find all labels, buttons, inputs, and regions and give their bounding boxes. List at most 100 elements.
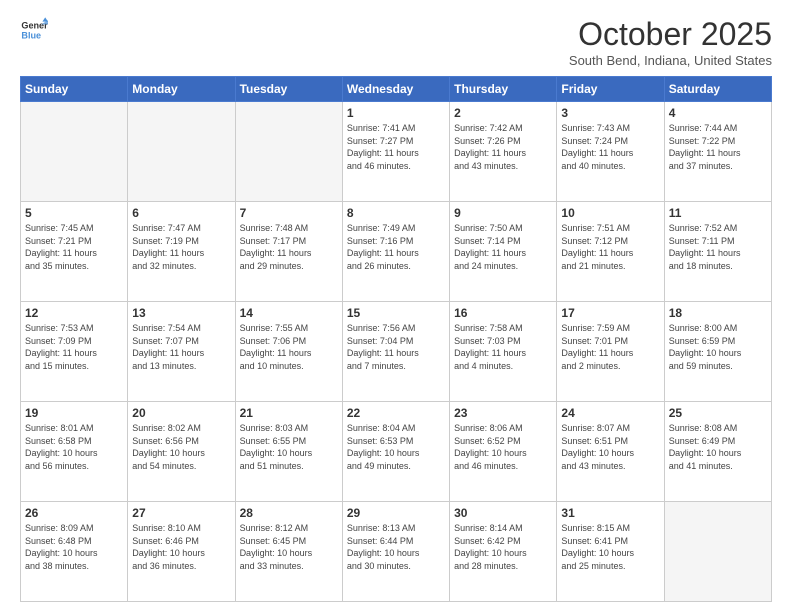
calendar-cell: 14 Sunrise: 7:55 AM Sunset: 7:06 PM Dayli… bbox=[235, 302, 342, 402]
calendar-week-row: 26 Sunrise: 8:09 AM Sunset: 6:48 PM Dayli… bbox=[21, 502, 772, 602]
calendar-cell bbox=[664, 502, 771, 602]
day-info: Sunrise: 7:45 AM Sunset: 7:21 PM Dayligh… bbox=[25, 222, 123, 272]
calendar-cell: 23 Sunrise: 8:06 AM Sunset: 6:52 PM Dayli… bbox=[450, 402, 557, 502]
header: General Blue October 2025 South Bend, In… bbox=[20, 16, 772, 68]
day-info: Sunrise: 7:51 AM Sunset: 7:12 PM Dayligh… bbox=[561, 222, 659, 272]
calendar-cell: 30 Sunrise: 8:14 AM Sunset: 6:42 PM Dayli… bbox=[450, 502, 557, 602]
day-info: Sunrise: 8:08 AM Sunset: 6:49 PM Dayligh… bbox=[669, 422, 767, 472]
logo: General Blue bbox=[20, 16, 48, 44]
day-info: Sunrise: 8:09 AM Sunset: 6:48 PM Dayligh… bbox=[25, 522, 123, 572]
day-number: 6 bbox=[132, 206, 230, 220]
month-title: October 2025 bbox=[569, 16, 772, 53]
day-info: Sunrise: 7:52 AM Sunset: 7:11 PM Dayligh… bbox=[669, 222, 767, 272]
page: General Blue October 2025 South Bend, In… bbox=[0, 0, 792, 612]
day-number: 24 bbox=[561, 406, 659, 420]
day-info: Sunrise: 8:03 AM Sunset: 6:55 PM Dayligh… bbox=[240, 422, 338, 472]
svg-text:General: General bbox=[21, 21, 48, 31]
day-number: 30 bbox=[454, 506, 552, 520]
day-info: Sunrise: 8:07 AM Sunset: 6:51 PM Dayligh… bbox=[561, 422, 659, 472]
day-number: 15 bbox=[347, 306, 445, 320]
day-info: Sunrise: 8:02 AM Sunset: 6:56 PM Dayligh… bbox=[132, 422, 230, 472]
calendar-cell: 22Sunrise: 8:04 AM Sunset: 6:53 PM Dayli… bbox=[342, 402, 449, 502]
calendar-cell: 2Sunrise: 7:42 AM Sunset: 7:26 PM Daylig… bbox=[450, 102, 557, 202]
day-number: 11 bbox=[669, 206, 767, 220]
day-info: Sunrise: 8:04 AM Sunset: 6:53 PM Dayligh… bbox=[347, 422, 445, 472]
calendar-cell: 19 Sunrise: 8:01 AM Sunset: 6:58 PM Dayli… bbox=[21, 402, 128, 502]
day-info: Sunrise: 8:12 AM Sunset: 6:45 PM Dayligh… bbox=[240, 522, 338, 572]
col-tuesday: Tuesday bbox=[235, 77, 342, 102]
day-number: 26 bbox=[25, 506, 123, 520]
day-number: 7 bbox=[240, 206, 338, 220]
calendar-cell: 13Sunrise: 7:54 AM Sunset: 7:07 PM Dayli… bbox=[128, 302, 235, 402]
calendar-table: Sunday Monday Tuesday Wednesday Thursday… bbox=[20, 76, 772, 602]
calendar-cell: 15 Sunrise: 7:56 AM Sunset: 7:04 PM Dayli… bbox=[342, 302, 449, 402]
calendar-cell: 16 Sunrise: 7:58 AM Sunset: 7:03 PM Dayli… bbox=[450, 302, 557, 402]
calendar-cell bbox=[235, 102, 342, 202]
calendar-cell bbox=[128, 102, 235, 202]
day-number: 31 bbox=[561, 506, 659, 520]
day-number: 21 bbox=[240, 406, 338, 420]
calendar-week-row: 19 Sunrise: 8:01 AM Sunset: 6:58 PM Dayli… bbox=[21, 402, 772, 502]
day-info: Sunrise: 8:06 AM Sunset: 6:52 PM Dayligh… bbox=[454, 422, 552, 472]
logo-icon: General Blue bbox=[20, 16, 48, 44]
day-number: 14 bbox=[240, 306, 338, 320]
day-info: Sunrise: 7:55 AM Sunset: 7:06 PM Dayligh… bbox=[240, 322, 338, 372]
location: South Bend, Indiana, United States bbox=[569, 53, 772, 68]
calendar-week-row: 1 Sunrise: 7:41 AM Sunset: 7:27 PM Daylig… bbox=[21, 102, 772, 202]
title-block: October 2025 South Bend, Indiana, United… bbox=[569, 16, 772, 68]
day-info: Sunrise: 8:14 AM Sunset: 6:42 PM Dayligh… bbox=[454, 522, 552, 572]
day-number: 2 bbox=[454, 106, 552, 120]
calendar-cell: 29 Sunrise: 8:13 AM Sunset: 6:44 PM Dayli… bbox=[342, 502, 449, 602]
calendar-cell: 31 Sunrise: 8:15 AM Sunset: 6:41 PM Dayli… bbox=[557, 502, 664, 602]
day-info: Sunrise: 8:01 AM Sunset: 6:58 PM Dayligh… bbox=[25, 422, 123, 472]
day-number: 3 bbox=[561, 106, 659, 120]
day-number: 29 bbox=[347, 506, 445, 520]
day-info: Sunrise: 7:44 AM Sunset: 7:22 PM Dayligh… bbox=[669, 122, 767, 172]
day-number: 5 bbox=[25, 206, 123, 220]
day-info: Sunrise: 8:10 AM Sunset: 6:46 PM Dayligh… bbox=[132, 522, 230, 572]
day-info: Sunrise: 7:49 AM Sunset: 7:16 PM Dayligh… bbox=[347, 222, 445, 272]
day-info: Sunrise: 7:48 AM Sunset: 7:17 PM Dayligh… bbox=[240, 222, 338, 272]
calendar-cell: 25Sunrise: 8:08 AM Sunset: 6:49 PM Dayli… bbox=[664, 402, 771, 502]
col-saturday: Saturday bbox=[664, 77, 771, 102]
calendar-cell: 20 Sunrise: 8:02 AM Sunset: 6:56 PM Dayli… bbox=[128, 402, 235, 502]
day-number: 17 bbox=[561, 306, 659, 320]
day-number: 13 bbox=[132, 306, 230, 320]
day-number: 12 bbox=[25, 306, 123, 320]
day-number: 19 bbox=[25, 406, 123, 420]
day-number: 27 bbox=[132, 506, 230, 520]
calendar-cell bbox=[21, 102, 128, 202]
day-info: Sunrise: 8:13 AM Sunset: 6:44 PM Dayligh… bbox=[347, 522, 445, 572]
day-info: Sunrise: 8:15 AM Sunset: 6:41 PM Dayligh… bbox=[561, 522, 659, 572]
calendar-week-row: 12 Sunrise: 7:53 AM Sunset: 7:09 PM Dayli… bbox=[21, 302, 772, 402]
day-info: Sunrise: 7:56 AM Sunset: 7:04 PM Dayligh… bbox=[347, 322, 445, 372]
day-info: Sunrise: 7:53 AM Sunset: 7:09 PM Dayligh… bbox=[25, 322, 123, 372]
day-number: 23 bbox=[454, 406, 552, 420]
day-info: Sunrise: 7:59 AM Sunset: 7:01 PM Dayligh… bbox=[561, 322, 659, 372]
day-info: Sunrise: 7:58 AM Sunset: 7:03 PM Dayligh… bbox=[454, 322, 552, 372]
calendar-cell: 10Sunrise: 7:51 AM Sunset: 7:12 PM Dayli… bbox=[557, 202, 664, 302]
day-number: 28 bbox=[240, 506, 338, 520]
calendar-cell: 6 Sunrise: 7:47 AM Sunset: 7:19 PM Daylig… bbox=[128, 202, 235, 302]
calendar-cell: 7 Sunrise: 7:48 AM Sunset: 7:17 PM Daylig… bbox=[235, 202, 342, 302]
day-number: 16 bbox=[454, 306, 552, 320]
calendar-cell: 26 Sunrise: 8:09 AM Sunset: 6:48 PM Dayli… bbox=[21, 502, 128, 602]
day-number: 8 bbox=[347, 206, 445, 220]
col-wednesday: Wednesday bbox=[342, 77, 449, 102]
calendar-cell: 24 Sunrise: 8:07 AM Sunset: 6:51 PM Dayli… bbox=[557, 402, 664, 502]
day-number: 1 bbox=[347, 106, 445, 120]
day-info: Sunrise: 7:47 AM Sunset: 7:19 PM Dayligh… bbox=[132, 222, 230, 272]
day-info: Sunrise: 7:41 AM Sunset: 7:27 PM Dayligh… bbox=[347, 122, 445, 172]
calendar-cell: 9 Sunrise: 7:50 AM Sunset: 7:14 PM Daylig… bbox=[450, 202, 557, 302]
col-monday: Monday bbox=[128, 77, 235, 102]
col-friday: Friday bbox=[557, 77, 664, 102]
calendar-cell: 3Sunrise: 7:43 AM Sunset: 7:24 PM Daylig… bbox=[557, 102, 664, 202]
calendar-cell: 27 Sunrise: 8:10 AM Sunset: 6:46 PM Dayli… bbox=[128, 502, 235, 602]
day-number: 20 bbox=[132, 406, 230, 420]
calendar-cell: 21 Sunrise: 8:03 AM Sunset: 6:55 PM Dayli… bbox=[235, 402, 342, 502]
calendar-cell: 8 Sunrise: 7:49 AM Sunset: 7:16 PM Daylig… bbox=[342, 202, 449, 302]
day-info: Sunrise: 7:50 AM Sunset: 7:14 PM Dayligh… bbox=[454, 222, 552, 272]
calendar-cell: 17 Sunrise: 7:59 AM Sunset: 7:01 PM Dayli… bbox=[557, 302, 664, 402]
col-sunday: Sunday bbox=[21, 77, 128, 102]
day-number: 9 bbox=[454, 206, 552, 220]
